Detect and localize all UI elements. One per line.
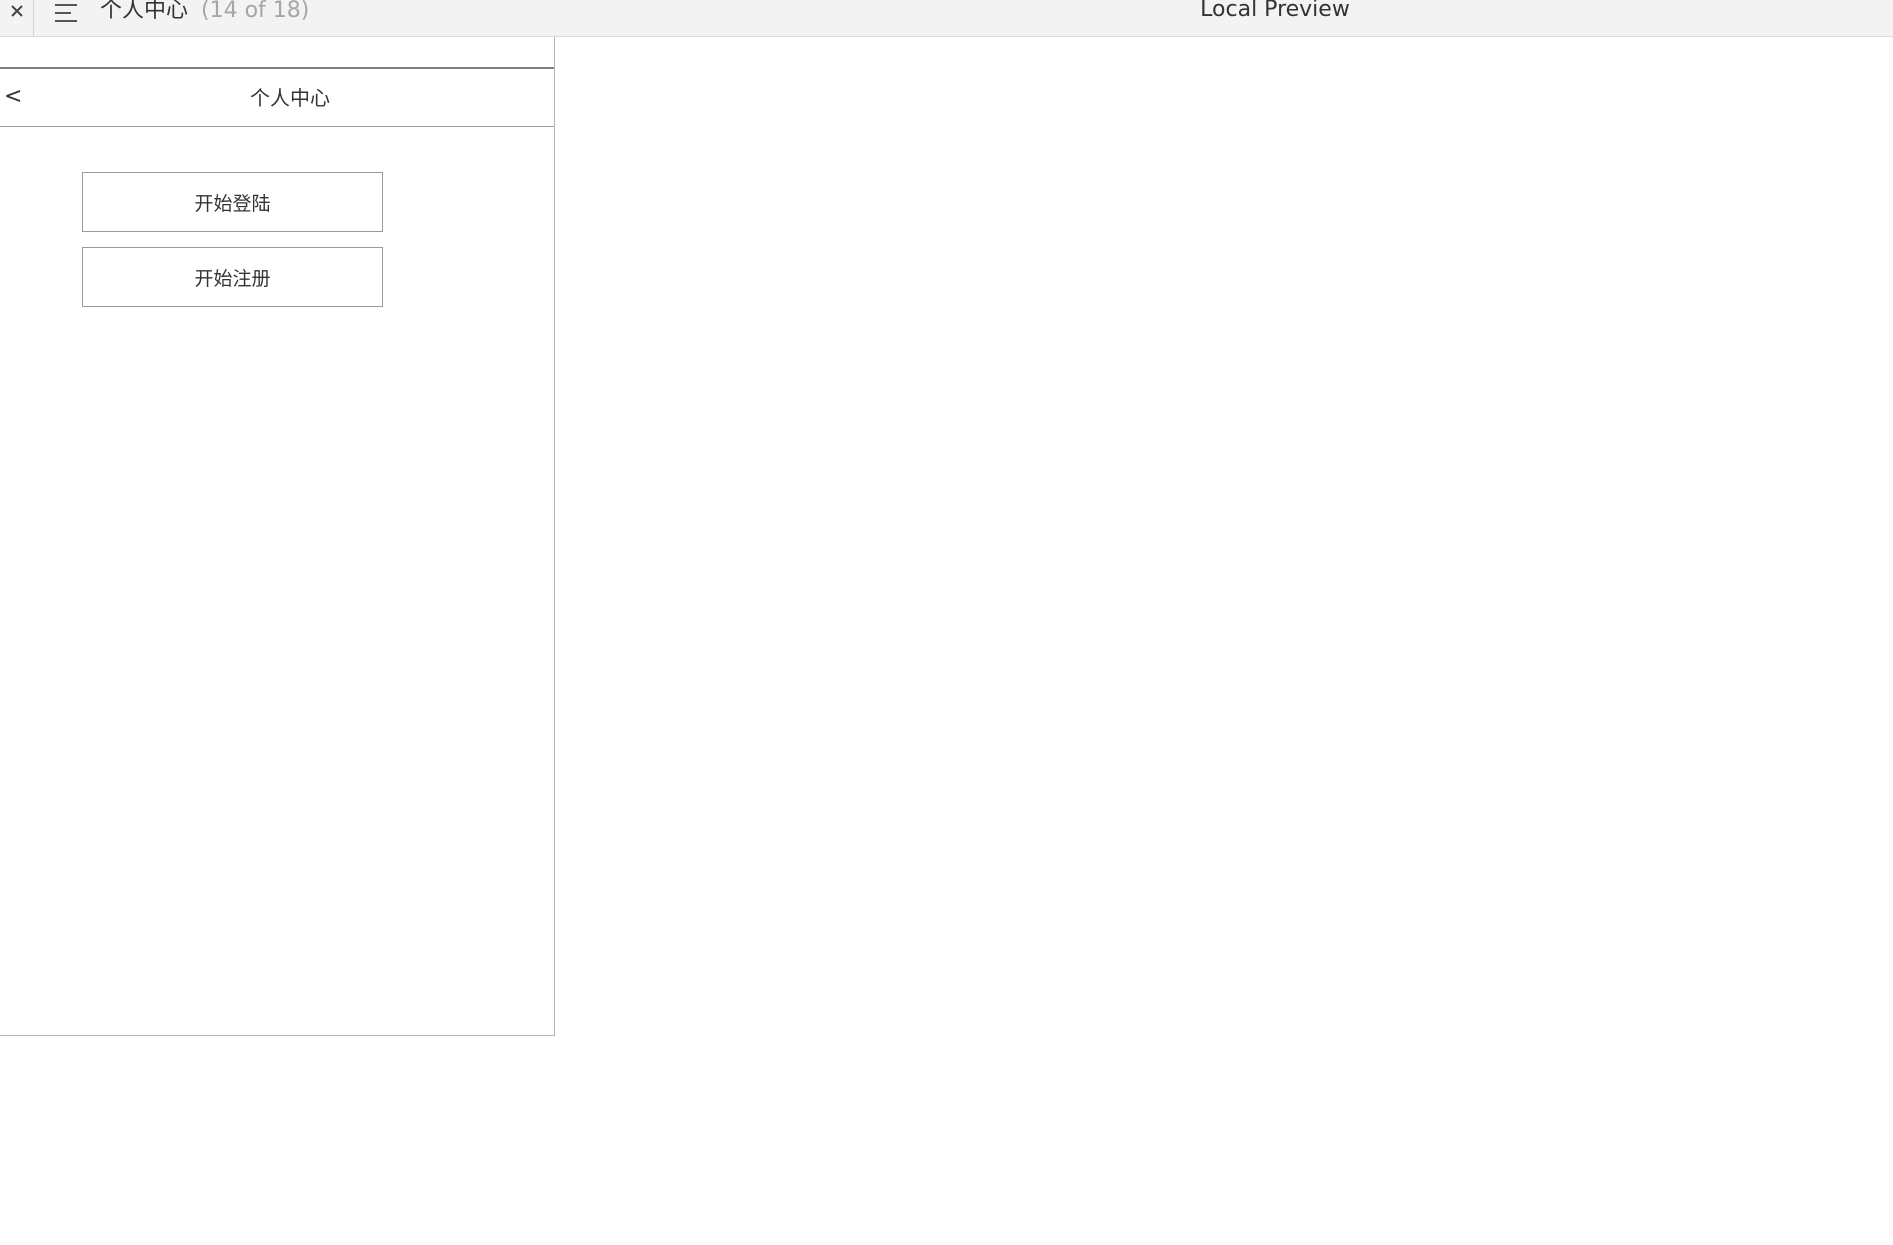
current-page-name: 个人中心: [100, 0, 189, 23]
screen-title: 个人中心: [250, 86, 330, 110]
login-button[interactable]: 开始登陆: [82, 172, 383, 232]
register-button[interactable]: 开始注册: [82, 247, 383, 307]
status-bar-area: [0, 37, 554, 69]
app-title: Local Preview: [1200, 0, 1350, 22]
close-icon: [10, 5, 23, 17]
page-counter: (14 of 18): [201, 0, 310, 23]
close-button[interactable]: [0, 0, 34, 36]
nav-header: < 个人中心: [0, 69, 554, 127]
menu-icon: [55, 4, 77, 22]
back-button[interactable]: <: [4, 83, 26, 111]
menu-button[interactable]: [55, 3, 79, 25]
prototype-screen: < 个人中心 开始登陆 开始注册: [0, 37, 555, 1036]
preview-toolbar: 个人中心 (14 of 18) Local Preview: [0, 0, 1893, 37]
